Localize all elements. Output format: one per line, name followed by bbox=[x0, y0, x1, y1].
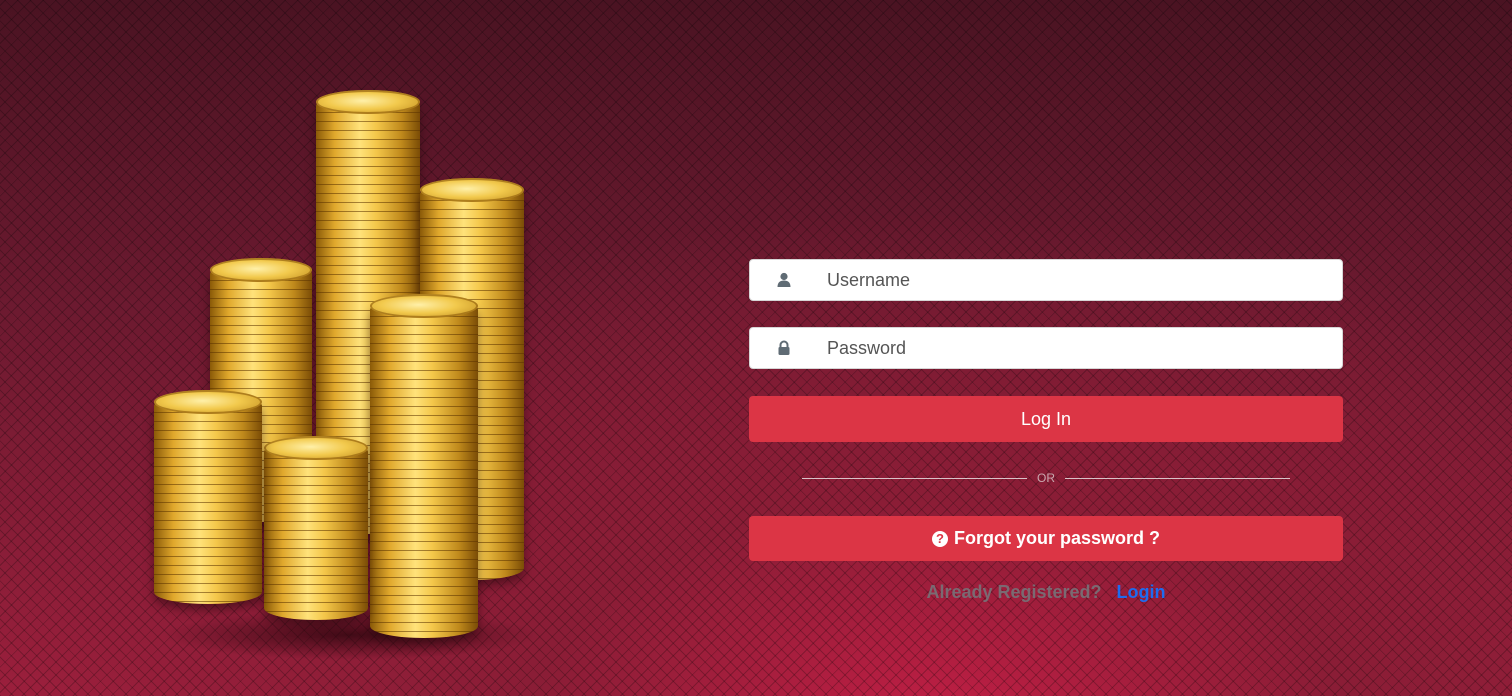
divider-line-left bbox=[802, 478, 1027, 479]
password-input[interactable] bbox=[814, 328, 1337, 368]
coin-stack-front-left bbox=[154, 390, 262, 604]
coin-stack-front-middle bbox=[264, 436, 368, 620]
gold-coins-illustration bbox=[140, 80, 550, 660]
coin-stack-front-right bbox=[370, 294, 478, 638]
register-row: Already Registered? Login bbox=[749, 582, 1343, 603]
username-input[interactable] bbox=[814, 260, 1337, 300]
forgot-password-button[interactable]: ? Forgot your password ? bbox=[749, 516, 1343, 561]
username-field[interactable] bbox=[749, 259, 1343, 301]
divider-line-right bbox=[1065, 478, 1290, 479]
or-divider: OR bbox=[749, 468, 1343, 488]
coins-shadow bbox=[160, 610, 540, 660]
login-button[interactable]: Log In bbox=[749, 396, 1343, 442]
login-link[interactable]: Login bbox=[1117, 582, 1166, 602]
user-icon bbox=[777, 272, 791, 287]
forgot-password-label: Forgot your password ? bbox=[953, 528, 1160, 548]
password-field[interactable] bbox=[749, 327, 1343, 369]
question-circle-icon: ? bbox=[931, 530, 948, 547]
or-text: OR bbox=[1037, 471, 1055, 485]
login-form: Log In OR ? Forgot your password ? Alrea… bbox=[749, 259, 1343, 603]
lock-icon bbox=[778, 340, 790, 355]
already-registered-text: Already Registered? bbox=[926, 582, 1102, 602]
